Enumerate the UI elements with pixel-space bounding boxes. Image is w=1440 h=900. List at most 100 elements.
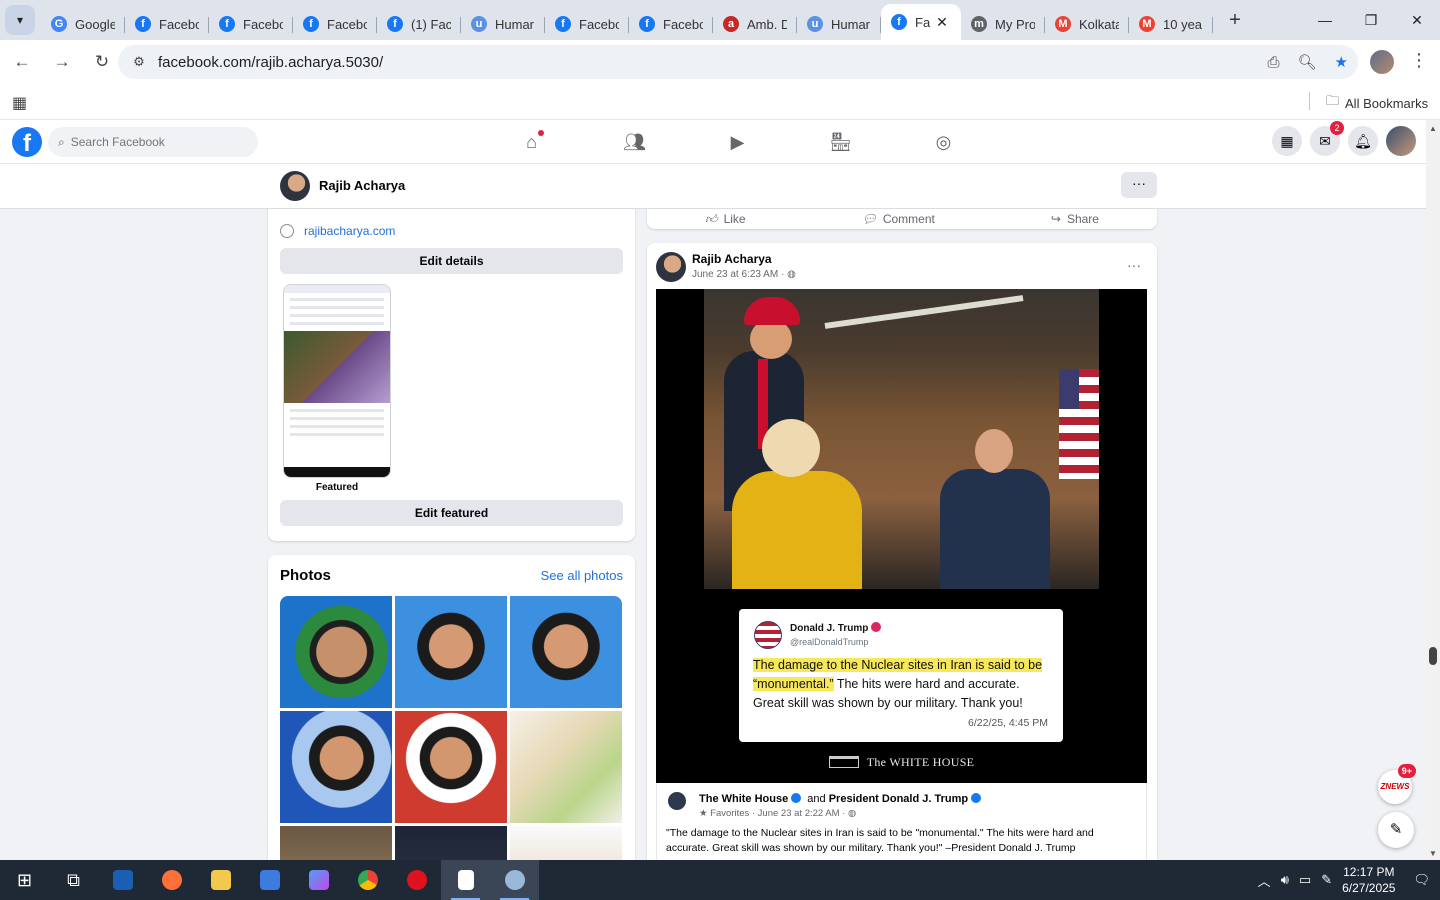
video-icon[interactable]: ▶: [686, 120, 789, 164]
copilot-icon[interactable]: [294, 860, 343, 900]
close-tab-icon[interactable]: ✕: [936, 14, 948, 31]
see-all-photos-link[interactable]: See all photos: [541, 568, 623, 583]
account-avatar[interactable]: [1386, 126, 1416, 156]
browser-tab[interactable]: f Facebo: [125, 8, 209, 40]
install-app-icon[interactable]: ⎙: [1267, 54, 1279, 71]
photo-tile[interactable]: [510, 826, 622, 860]
scroll-down-arrow[interactable]: ▼: [1429, 849, 1437, 858]
browser-tab[interactable]: a Amb. D: [713, 8, 797, 40]
volume-icon[interactable]: 🔊︎: [1281, 872, 1289, 888]
photo-tile[interactable]: [280, 826, 392, 860]
minimize-button[interactable]: —: [1302, 0, 1348, 40]
friends-icon[interactable]: 👥︎: [583, 120, 686, 164]
post-author-name[interactable]: Rajib Acharya: [692, 252, 772, 266]
marketplace-icon[interactable]: 🏪︎: [789, 120, 892, 164]
photo-tile[interactable]: [395, 711, 507, 823]
file-explorer-icon[interactable]: [196, 860, 245, 900]
new-message-button[interactable]: ✎: [1378, 812, 1414, 848]
photo-tile[interactable]: [280, 711, 392, 823]
share-button[interactable]: ↪ Share: [1051, 209, 1099, 229]
close-window-button[interactable]: ✕: [1394, 0, 1440, 40]
opera-icon[interactable]: [392, 860, 441, 900]
profile-name[interactable]: Rajib Acharya: [319, 178, 405, 193]
photo-tile[interactable]: [510, 711, 622, 823]
tab-active[interactable]: f Fa ✕: [881, 4, 961, 40]
shared-author-avatar[interactable]: [668, 792, 686, 810]
store-icon[interactable]: [245, 860, 294, 900]
chrome-profile-avatar[interactable]: [1370, 50, 1394, 74]
chrome-menu-icon[interactable]: ⋮: [1410, 50, 1428, 71]
new-tab-button[interactable]: +: [1223, 9, 1247, 32]
scrollbar-thumb[interactable]: [1429, 647, 1437, 665]
post-image[interactable]: Donald J. Trump @realDonaldTrump The dam…: [656, 289, 1147, 783]
back-button[interactable]: ←: [4, 44, 40, 80]
browser-tab[interactable]: f Facebo: [545, 8, 629, 40]
url-text[interactable]: facebook.com/rajib.acharya.5030/: [158, 54, 383, 71]
facebook-logo-icon[interactable]: f: [12, 127, 42, 157]
comment-button[interactable]: 💬︎ Comment: [862, 209, 935, 229]
maximize-button[interactable]: ❐: [1348, 0, 1394, 40]
task-view-icon[interactable]: ⧉: [49, 860, 98, 900]
tab-strip: ▾ G Google f Facebo f Facebo f Facebo f (1) Fac u H…: [0, 0, 1440, 40]
address-bar[interactable]: ⚙ facebook.com/rajib.acharya.5030/ ⎙ 🔍︎ …: [118, 45, 1358, 79]
post-author-avatar[interactable]: [656, 252, 686, 282]
tray-overflow-icon[interactable]: ︿: [1258, 871, 1271, 890]
browser-tab[interactable]: f Facebo: [209, 8, 293, 40]
bookmark-star-icon[interactable]: ★: [1335, 53, 1348, 71]
browser-tab[interactable]: M 10 yea: [1129, 8, 1213, 40]
groups-icon[interactable]: ◎: [892, 120, 995, 164]
system-tray: ︿ 🔊︎ ▭ ✎ 12:17 PM 6/27/2025 🗨︎: [1258, 860, 1440, 900]
tab-search-button[interactable]: ▾: [5, 5, 35, 35]
facebook-search[interactable]: ⌕: [48, 127, 258, 157]
profile-more-button[interactable]: ···: [1121, 172, 1157, 198]
network-icon[interactable]: ▭: [1299, 872, 1311, 888]
firefox-icon[interactable]: [147, 860, 196, 900]
browser-tab[interactable]: f Facebo: [629, 8, 713, 40]
photo-tile[interactable]: [510, 596, 622, 708]
vertical-scrollbar[interactable]: ▲ ▼: [1426, 120, 1440, 860]
search-input[interactable]: [70, 135, 241, 149]
news-widget-button[interactable]: ZNEWS 9+: [1378, 764, 1416, 804]
browser-tab[interactable]: u Humar: [461, 8, 545, 40]
apps-grid-icon[interactable]: ▦: [12, 93, 27, 113]
photo-tile[interactable]: [280, 596, 392, 708]
website-link[interactable]: rajibacharya.com: [304, 224, 395, 238]
chrome-icon[interactable]: [343, 860, 392, 900]
clock[interactable]: 12:17 PM 6/27/2025: [1342, 864, 1395, 896]
browser-tab[interactable]: G Google: [41, 8, 125, 40]
shared-author-2[interactable]: President Donald J. Trump: [829, 793, 968, 805]
messenger-icon[interactable]: ✉ 2: [1310, 121, 1344, 156]
menu-grid-icon[interactable]: ▦: [1272, 126, 1302, 156]
browser-tab[interactable]: M Kolkata: [1045, 8, 1129, 40]
post-timestamp[interactable]: June 23 at 6:23 AM · ◍: [692, 269, 796, 280]
browser-tab[interactable]: f (1) Fac: [377, 8, 461, 40]
browser-tab[interactable]: u Humar: [797, 8, 881, 40]
home-icon[interactable]: ⌂: [480, 120, 583, 164]
forward-button[interactable]: →: [44, 44, 80, 80]
profile-avatar[interactable]: [280, 171, 310, 201]
shared-author-1[interactable]: The White House: [699, 793, 788, 805]
edit-details-button[interactable]: Edit details: [280, 248, 623, 274]
photo-tile[interactable]: [395, 826, 507, 860]
all-bookmarks-button[interactable]: 🗀 All Bookmarks: [1326, 92, 1428, 114]
website-row[interactable]: rajibacharya.com: [280, 224, 395, 238]
notepad-icon[interactable]: [441, 860, 490, 900]
browser-tab[interactable]: m My Pro: [961, 8, 1045, 40]
windows-start-icon[interactable]: ⊞: [0, 860, 49, 900]
photo-tile[interactable]: [395, 596, 507, 708]
tweet-text: The damage to the Nuclear sites in Iran …: [753, 658, 1043, 710]
scroll-up-arrow[interactable]: ▲: [1429, 124, 1437, 133]
reload-button[interactable]: ↻: [84, 44, 120, 80]
notifications-bell-icon[interactable]: 🔔︎: [1348, 126, 1378, 156]
like-button[interactable]: 👍︎ Like: [705, 209, 746, 229]
site-info-icon[interactable]: ⚙: [124, 54, 154, 70]
post-options-button[interactable]: ···: [1127, 257, 1141, 273]
featured-thumbnail[interactable]: [283, 284, 391, 478]
remote-desktop-icon[interactable]: [98, 860, 147, 900]
notification-center-icon[interactable]: 🗨︎: [1413, 872, 1430, 888]
chrome-profile-taskbar-icon[interactable]: [490, 860, 539, 900]
browser-tab[interactable]: f Facebo: [293, 8, 377, 40]
pen-icon[interactable]: ✎: [1321, 872, 1332, 888]
edit-featured-button[interactable]: Edit featured: [280, 500, 623, 526]
zoom-icon[interactable]: 🔍︎: [1298, 53, 1317, 71]
